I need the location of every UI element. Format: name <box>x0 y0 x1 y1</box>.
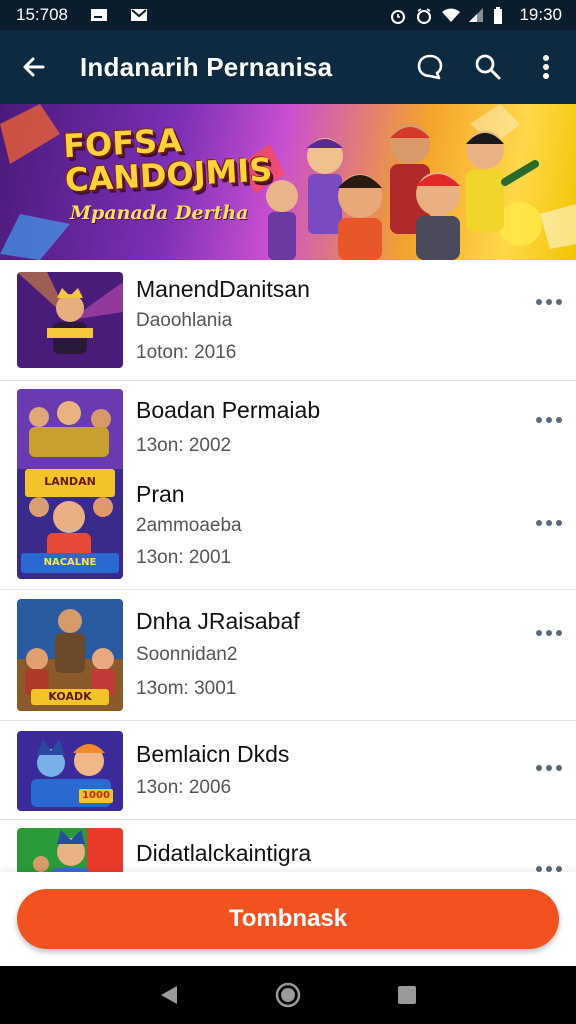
list-item[interactable]: Pran 2ammoaeba 13on: 2001 <box>0 473 576 589</box>
item-date: 13on: 2002 <box>136 435 232 456</box>
status-time-left: 15:708 <box>16 5 68 24</box>
item-title: Didatlalckaintigra <box>136 840 312 866</box>
list-item[interactable]: Didatlalckaintigra <box>0 820 576 872</box>
item-title: Dnha JRaisabaf <box>136 608 300 634</box>
list-item[interactable]: Boadan Permaiab 13on: 2002 <box>0 381 576 473</box>
nav-back-icon[interactable] <box>157 983 181 1007</box>
search-button[interactable] <box>468 47 508 87</box>
signal-icon <box>467 7 485 23</box>
item-subtitle: Soonnidan2 <box>136 644 238 665</box>
game-thumbnail: 1000 <box>17 731 123 811</box>
primary-action-button[interactable]: Tombnask <box>17 889 559 949</box>
item-title: Bemlaicn Dkds <box>136 741 290 767</box>
page-title: Indanarih Pernanisa <box>80 51 333 82</box>
search-icon <box>475 54 501 80</box>
battery-icon <box>493 7 511 24</box>
arrow-left-icon <box>23 57 45 77</box>
item-title: ManendDanitsan <box>136 276 310 302</box>
item-title: Pran <box>136 481 185 507</box>
banner-subtitle: Mpanada Dertha <box>70 202 249 224</box>
banner-characters-illustration <box>266 124 539 260</box>
bottom-action-bar: Tombnask <box>0 872 576 966</box>
more-vertical-icon <box>543 55 549 79</box>
thumbnail-label: KOADK <box>48 690 92 703</box>
app-bar: Indanarih Pernanisa <box>0 30 576 104</box>
game-thumbnail: KOADK <box>17 599 123 711</box>
game-thumbnail <box>17 272 123 368</box>
nav-recents-icon[interactable] <box>395 983 419 1007</box>
status-time-right: 19:30 <box>519 5 562 24</box>
item-subtitle: Daoohlania <box>136 310 233 331</box>
list-item[interactable]: KOADK Dnha JRaisabaf Soonnidan2 13om: 30… <box>0 590 576 720</box>
back-button[interactable] <box>14 47 54 87</box>
promo-banner[interactable]: FOFSA CANDOJMIS Mpanada Dertha <box>0 104 576 260</box>
thumbnail-label: 1000 <box>82 790 110 801</box>
chat-button[interactable] <box>410 47 450 87</box>
chat-bubble-icon <box>417 54 443 80</box>
more-options-button[interactable] <box>536 763 562 773</box>
list-item[interactable]: ManendDanitsan Daoohlania 1oton: 2016 <box>0 260 576 380</box>
alarm-clock-icon <box>415 7 433 24</box>
item-subtitle: 2ammoaeba <box>136 515 242 536</box>
more-options-button[interactable] <box>536 628 562 638</box>
item-date: 13on: 2001 <box>136 547 232 568</box>
game-list: ManendDanitsan Daoohlania 1oton: 2016 LA… <box>0 260 576 872</box>
more-options-button[interactable] <box>536 518 562 528</box>
item-title: Boadan Permaiab <box>136 397 321 423</box>
more-options-button[interactable] <box>536 864 562 872</box>
alarm-icon <box>389 7 407 24</box>
list-item[interactable]: 1000 Bemlaicn Dkds 13on: 2006 <box>0 721 576 819</box>
item-date: 13on: 2006 <box>136 777 232 798</box>
more-options-button[interactable] <box>536 297 562 307</box>
item-date: 13om: 3001 <box>136 678 237 699</box>
gallery-notification-icon <box>90 7 108 23</box>
more-options-button[interactable] <box>536 415 562 425</box>
mail-notification-icon <box>130 7 148 23</box>
wifi-icon <box>441 7 461 23</box>
item-date: 1oton: 2016 <box>136 342 237 363</box>
banner-logo: FOFSA CANDOJMIS <box>62 119 273 199</box>
game-thumbnail <box>17 828 123 872</box>
overflow-menu-button[interactable] <box>526 47 566 87</box>
system-navigation-bar <box>0 966 576 1024</box>
nav-home-icon[interactable] <box>274 981 302 1009</box>
status-bar: 15:708 19:30 <box>0 0 576 30</box>
